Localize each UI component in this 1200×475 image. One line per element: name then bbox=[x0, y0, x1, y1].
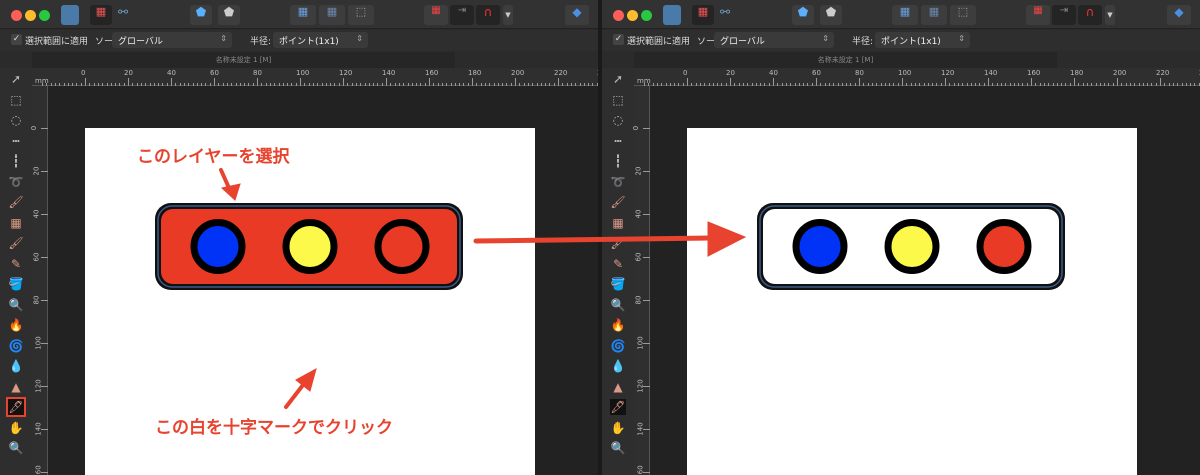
arrow-down-to-layer bbox=[219, 168, 231, 190]
arrowhead bbox=[707, 221, 747, 257]
arrow-before-to-after bbox=[473, 235, 715, 244]
annotation-overlay: このレイヤーを選択 この白を十字マークでクリック bbox=[0, 0, 1200, 475]
arrowhead bbox=[295, 367, 317, 392]
annotation-click-white: この白を十字マークでクリック bbox=[155, 418, 393, 438]
annotation-arrows bbox=[219, 168, 747, 409]
annotation-select-layer: このレイヤーを選択 bbox=[137, 147, 290, 167]
arrowhead bbox=[220, 183, 241, 201]
arrow-up-to-white bbox=[284, 383, 305, 409]
